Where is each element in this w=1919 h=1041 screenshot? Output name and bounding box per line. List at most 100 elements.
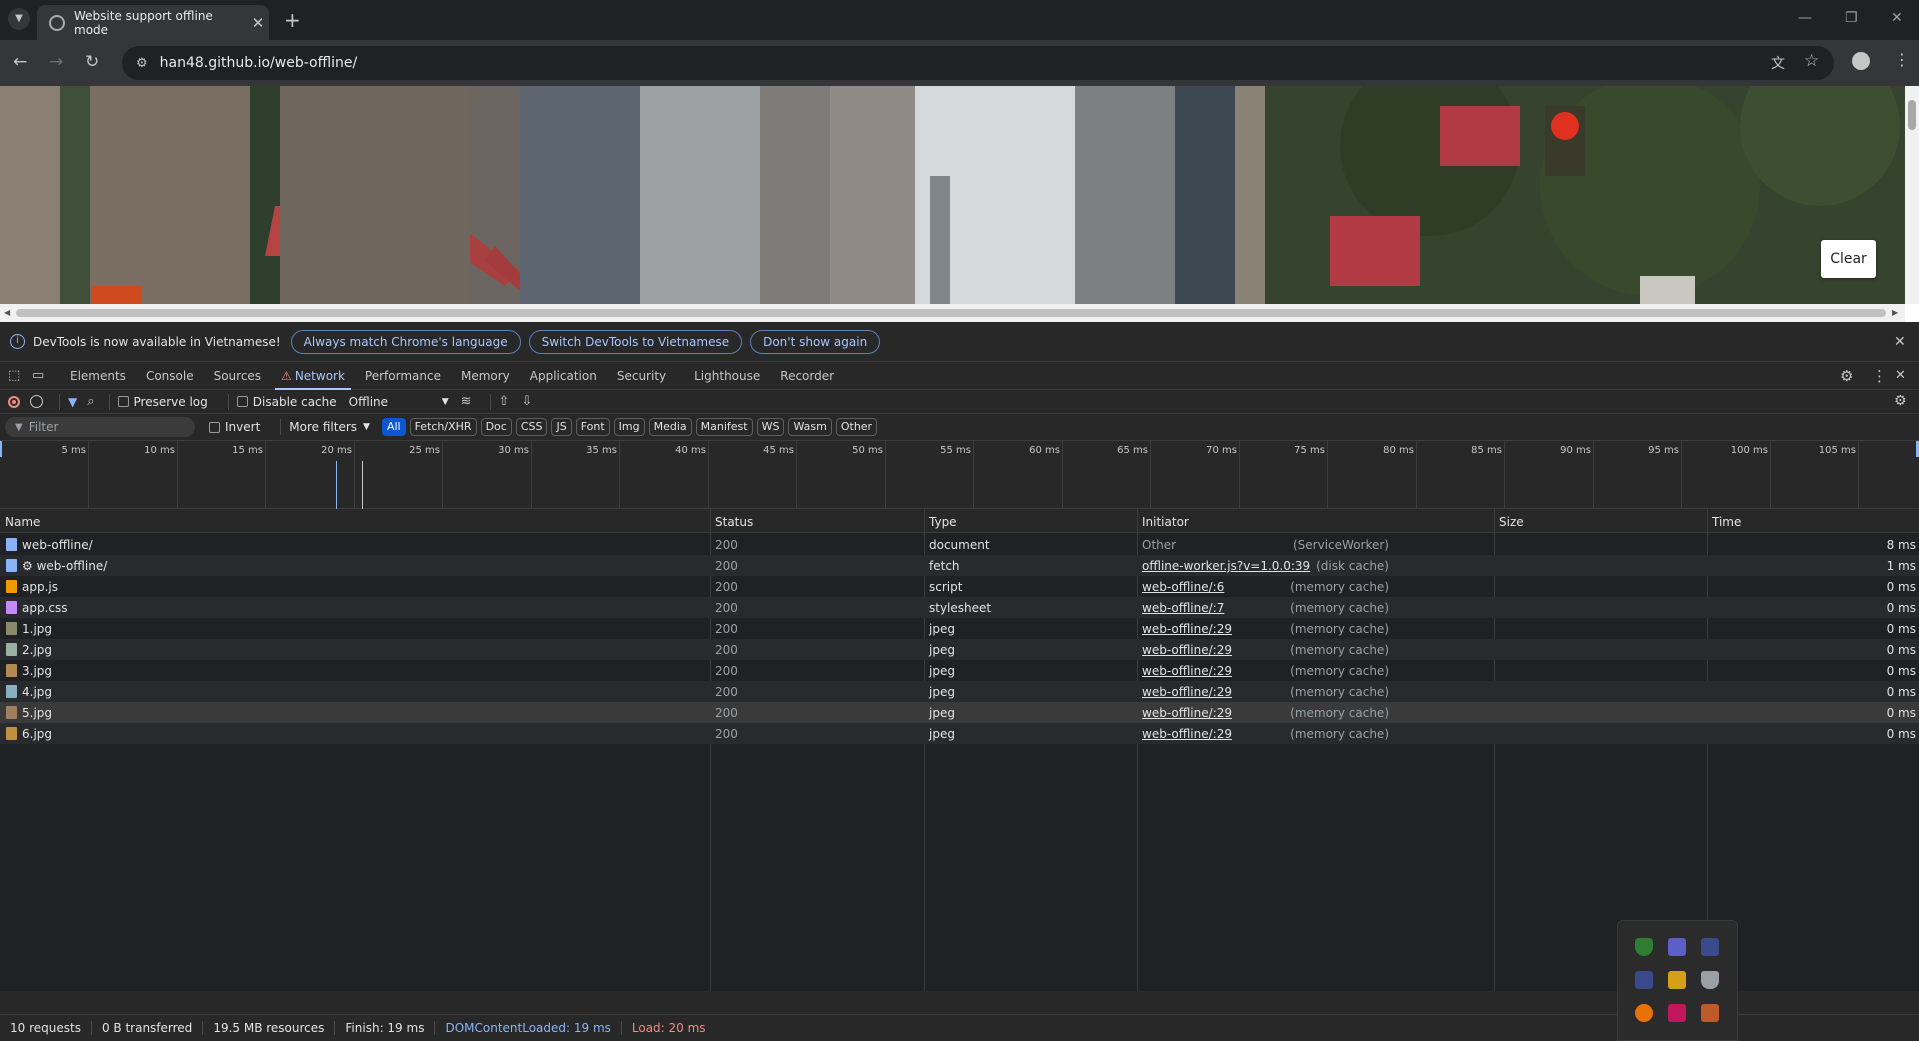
- filter-chip-media[interactable]: Media: [648, 418, 692, 436]
- network-overview-timeline[interactable]: 5 ms 10 ms 15 ms 20 ms 25 ms 30 ms 35 ms…: [0, 441, 1919, 509]
- table-row[interactable]: 1.jpg 200 jpeg web-offline/:29 (memory cache…: [0, 618, 1919, 639]
- filter-chip-other[interactable]: Other: [835, 418, 878, 436]
- table-row[interactable]: 5.jpg 200 jpeg web-offline/:29 (memory cache…: [0, 702, 1919, 723]
- request-initiator[interactable]: web-offline/:7: [1142, 601, 1224, 615]
- throttling-select[interactable]: Offline ▼: [349, 395, 449, 409]
- column-header-type[interactable]: Type: [929, 515, 957, 529]
- search-icon[interactable]: ⌕: [87, 394, 94, 409]
- profile-icon[interactable]: [1852, 52, 1870, 70]
- reload-icon[interactable]: ↻: [85, 52, 99, 72]
- inspect-element-icon[interactable]: ⬚: [8, 368, 24, 383]
- bookmark-star-icon[interactable]: ☆: [1804, 51, 1819, 71]
- request-initiator[interactable]: web-offline/:29: [1142, 706, 1232, 720]
- filter-chip-js[interactable]: JS: [551, 418, 572, 436]
- column-header-time[interactable]: Time: [1712, 515, 1741, 529]
- table-row[interactable]: 6.jpg 200 jpeg web-offline/:29 (memory cache…: [0, 723, 1919, 744]
- app-tray-icon[interactable]: [1635, 971, 1653, 989]
- request-initiator[interactable]: web-offline/:29: [1142, 685, 1232, 699]
- restore-icon[interactable]: ❐: [1845, 10, 1858, 26]
- filter-chip-fetch-xhr[interactable]: Fetch/XHR: [409, 418, 477, 436]
- shield-icon[interactable]: [1635, 938, 1653, 956]
- app-tray-icon[interactable]: [1701, 1004, 1719, 1022]
- tab-recorder[interactable]: Recorder: [770, 362, 844, 390]
- filter-chip-all[interactable]: All: [381, 418, 406, 436]
- back-icon[interactable]: ←: [13, 52, 27, 72]
- tab-network[interactable]: ⚠ Network: [271, 362, 355, 390]
- column-header-size[interactable]: Size: [1499, 515, 1524, 529]
- request-initiator[interactable]: web-offline/:29: [1142, 727, 1232, 741]
- column-header-initiator[interactable]: Initiator: [1142, 515, 1189, 529]
- scroll-left-arrow[interactable]: ◀: [4, 308, 10, 317]
- site-info-icon[interactable]: ⚙: [136, 56, 148, 71]
- app-tray-icon[interactable]: [1668, 1004, 1686, 1022]
- record-stop-icon[interactable]: [8, 395, 20, 408]
- scroll-thumb-vertical[interactable]: [1908, 100, 1916, 130]
- tab-application[interactable]: Application: [520, 362, 607, 390]
- table-row[interactable]: app.css 200 stylesheet web-offline/:7 (memor…: [0, 597, 1919, 618]
- filter-funnel-icon[interactable]: ▼: [68, 395, 77, 409]
- close-tab-icon[interactable]: ✕: [247, 14, 269, 32]
- minimize-icon[interactable]: —: [1798, 10, 1812, 26]
- network-conditions-icon[interactable]: ≋: [461, 394, 472, 409]
- preserve-log-checkbox[interactable]: Preserve log: [117, 395, 208, 409]
- network-settings-icon[interactable]: ⚙: [1894, 393, 1907, 409]
- filter-chip-manifest[interactable]: Manifest: [695, 418, 753, 436]
- table-row[interactable]: app.js 200 script web-offline/:6 (memory cac…: [0, 576, 1919, 597]
- table-row[interactable]: 3.jpg 200 jpeg web-offline/:29 (memory cache…: [0, 660, 1919, 681]
- address-bar[interactable]: ⚙ han48.github.io/web-offline/: [122, 46, 1834, 80]
- horizontal-scrollbar[interactable]: ◀ ▶: [0, 304, 1905, 322]
- tab-security[interactable]: Security: [607, 362, 676, 390]
- invert-checkbox[interactable]: Invert: [209, 420, 260, 434]
- clear-button[interactable]: Clear: [1821, 240, 1876, 278]
- filter-chip-img[interactable]: Img: [613, 418, 645, 436]
- tab-console[interactable]: Console: [136, 362, 204, 390]
- teams-icon[interactable]: [1668, 938, 1686, 956]
- table-row[interactable]: 4.jpg 200 jpeg web-offline/:29 (memory cache…: [0, 681, 1919, 702]
- browser-tab[interactable]: Website support offline mode ✕: [37, 5, 269, 40]
- table-row[interactable]: ⚙ web-offline/200 fetch offline-worker.js?…: [0, 555, 1919, 576]
- devtools-settings-icon[interactable]: ⚙: [1840, 367, 1853, 385]
- devtools-close-icon[interactable]: ✕: [1895, 368, 1906, 383]
- tab-elements[interactable]: Elements: [60, 362, 136, 390]
- scroll-thumb-horizontal[interactable]: [16, 309, 1886, 317]
- filter-chip-css[interactable]: CSS: [515, 418, 548, 436]
- filter-chip-wasm[interactable]: Wasm: [788, 418, 832, 436]
- infobar-close-icon[interactable]: ✕: [1894, 334, 1906, 350]
- column-header-status[interactable]: Status: [715, 515, 753, 529]
- disable-cache-checkbox[interactable]: Disable cache: [236, 395, 337, 409]
- request-initiator[interactable]: web-offline/:29: [1142, 622, 1232, 636]
- scroll-right-arrow[interactable]: ▶: [1892, 308, 1898, 317]
- filter-input[interactable]: ▼ Filter: [5, 417, 195, 437]
- devtools-menu-icon[interactable]: ⋮: [1872, 367, 1887, 385]
- tab-sources[interactable]: Sources: [204, 362, 271, 390]
- tab-lighthouse[interactable]: Lighthouse: [684, 362, 770, 390]
- table-row[interactable]: web-offline/200 document Other (ServiceWork…: [0, 534, 1919, 555]
- tab-memory[interactable]: Memory: [451, 362, 520, 390]
- filter-chip-ws[interactable]: WS: [756, 418, 785, 436]
- tab-search-button[interactable]: ▼: [8, 8, 30, 30]
- clear-log-icon[interactable]: [30, 395, 43, 408]
- cup-icon[interactable]: [1701, 971, 1719, 989]
- request-initiator[interactable]: web-offline/:29: [1142, 664, 1232, 678]
- tab-performance[interactable]: Performance: [355, 362, 451, 390]
- translate-icon[interactable]: 文: [1771, 53, 1785, 73]
- request-initiator[interactable]: web-offline/:29: [1142, 643, 1232, 657]
- menu-kebab-icon[interactable]: ⋮: [1894, 50, 1910, 69]
- filter-chip-font[interactable]: Font: [575, 418, 610, 436]
- vertical-scrollbar[interactable]: [1905, 86, 1919, 304]
- colorful-app-icon[interactable]: [1668, 971, 1686, 989]
- request-initiator[interactable]: offline-worker.js?v=1.0.0:39: [1142, 559, 1310, 573]
- more-filters-dropdown[interactable]: More filters ▼: [289, 420, 370, 434]
- search-magnifier-icon[interactable]: [1635, 1004, 1653, 1022]
- import-har-icon[interactable]: ⇧: [499, 394, 510, 409]
- device-toolbar-icon[interactable]: ▭: [32, 368, 48, 383]
- new-tab-button[interactable]: +: [284, 8, 301, 32]
- filter-chip-doc[interactable]: Doc: [480, 418, 512, 436]
- export-har-icon[interactable]: ⇩: [521, 394, 532, 409]
- dont-show-again-button[interactable]: Don't show again: [750, 329, 881, 354]
- column-header-name[interactable]: Name: [5, 515, 40, 529]
- always-match-language-button[interactable]: Always match Chrome's language: [290, 329, 521, 354]
- timeline-left-handle[interactable]: [0, 441, 2, 457]
- table-row[interactable]: 2.jpg 200 jpeg web-offline/:29 (memory cache…: [0, 639, 1919, 660]
- request-initiator[interactable]: web-offline/:6: [1142, 580, 1224, 594]
